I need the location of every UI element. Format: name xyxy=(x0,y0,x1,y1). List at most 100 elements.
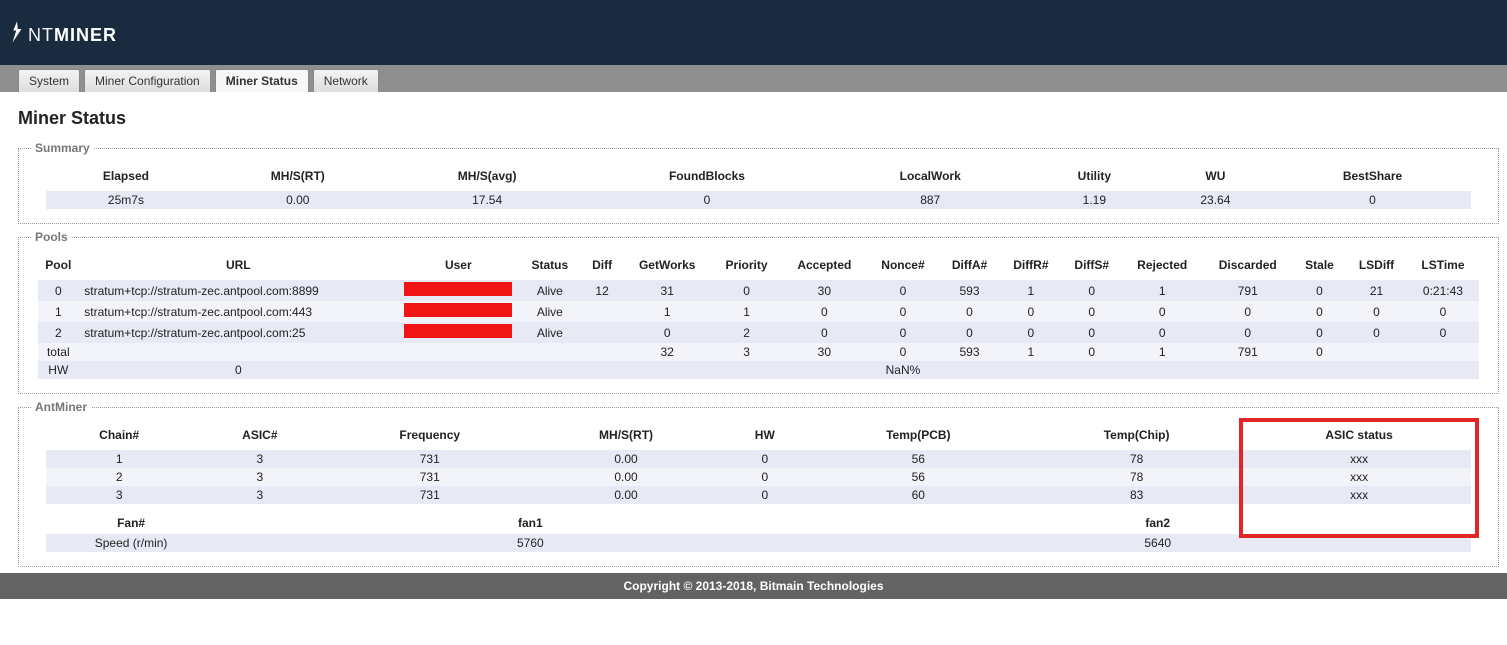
brand-logo: NTMINER xyxy=(8,20,117,46)
pool-rejected: 0 xyxy=(1122,322,1202,343)
col-accepted: Accepted xyxy=(782,254,868,280)
chain-temp_chip: 83 xyxy=(1027,486,1247,504)
total-diffs: 0 xyxy=(1062,343,1122,361)
val-wu: 23.64 xyxy=(1157,191,1273,209)
pools-table: Pool URL User Status Diff GetWorks Prior… xyxy=(38,254,1478,379)
antminer-logo-icon xyxy=(8,20,26,44)
redacted-user xyxy=(404,303,512,317)
col-localwork: LocalWork xyxy=(829,165,1032,191)
pool-lstime: 0 xyxy=(1407,301,1479,322)
total-getworks: 32 xyxy=(623,343,712,361)
pool-lsdiff: 0 xyxy=(1346,301,1407,322)
pool-nonce: 0 xyxy=(867,280,939,301)
pool-pool: 1 xyxy=(38,301,78,322)
pool-discarded: 0 xyxy=(1202,301,1293,322)
col-rejected: Rejected xyxy=(1122,254,1202,280)
col-nonce: Nonce# xyxy=(867,254,939,280)
col-fan: Fan# xyxy=(46,508,217,534)
tab-network[interactable]: Network xyxy=(313,69,379,92)
fan1-speed: 5760 xyxy=(217,534,844,552)
col-pool: Pool xyxy=(38,254,78,280)
col-status: Status xyxy=(518,254,581,280)
pools-hw-row: HW 0 NaN% xyxy=(38,361,1478,379)
summary-group: Summary Elapsed MH/S(RT) MH/S(avg) Found… xyxy=(18,141,1499,224)
col-discarded: Discarded xyxy=(1202,254,1293,280)
col-diffa: DiffA# xyxy=(939,254,1000,280)
pool-row: 0 stratum+tcp://stratum-zec.antpool.com:8… xyxy=(38,280,1478,301)
col-temp-pcb: Temp(PCB) xyxy=(810,424,1026,450)
chain-temp_pcb: 56 xyxy=(810,468,1026,486)
chain-row: 237310.0005678xxx xyxy=(46,468,1472,486)
col-utility: Utility xyxy=(1032,165,1158,191)
pool-diff xyxy=(581,301,622,322)
pool-diffs: 0 xyxy=(1062,280,1122,301)
fan-row: Speed (r/min) 5760 5640 xyxy=(46,534,1472,552)
chain-row: 137310.0005678xxx xyxy=(46,450,1472,468)
pool-nonce: 0 xyxy=(867,301,939,322)
col-asic-status: ASIC status xyxy=(1247,424,1472,450)
pool-nonce: 0 xyxy=(867,322,939,343)
total-diffa: 593 xyxy=(939,343,1000,361)
pool-row: 1stratum+tcp://stratum-zec.antpool.com:4… xyxy=(38,301,1478,322)
val-localwork: 887 xyxy=(829,191,1032,209)
tab-miner-configuration[interactable]: Miner Configuration xyxy=(84,69,211,92)
total-nonce: 0 xyxy=(867,343,939,361)
pool-stale: 0 xyxy=(1293,301,1346,322)
chain-temp_pcb: 56 xyxy=(810,450,1026,468)
val-bestshare: 0 xyxy=(1274,191,1472,209)
col-stale: Stale xyxy=(1293,254,1346,280)
chain-mhs_rt: 0.00 xyxy=(533,450,720,468)
tab-system[interactable]: System xyxy=(18,69,80,92)
col-diffs: DiffS# xyxy=(1062,254,1122,280)
chain-mhs_rt: 0.00 xyxy=(533,468,720,486)
pool-status: Alive xyxy=(518,322,581,343)
pool-getworks: 0 xyxy=(623,322,712,343)
total-diffr: 1 xyxy=(1000,343,1061,361)
tab-miner-status[interactable]: Miner Status xyxy=(215,69,309,92)
col-ch-mhs-rt: MH/S(RT) xyxy=(533,424,720,450)
chain-chain: 2 xyxy=(46,468,193,486)
redacted-user xyxy=(404,324,512,338)
brand-prefix: NT xyxy=(28,25,54,45)
col-fan1: fan1 xyxy=(217,508,844,534)
chain-hw: 0 xyxy=(719,486,810,504)
pool-discarded: 791 xyxy=(1202,280,1293,301)
footer: Copyright © 2013-2018, Bitmain Technolog… xyxy=(0,573,1507,599)
val-mhs-avg: 17.54 xyxy=(389,191,585,209)
chain-temp_chip: 78 xyxy=(1027,450,1247,468)
col-freq: Frequency xyxy=(327,424,533,450)
col-asic: ASIC# xyxy=(193,424,327,450)
pool-accepted: 0 xyxy=(782,322,868,343)
pools-group: Pools Pool URL User Status Diff GetWorks… xyxy=(18,230,1499,394)
pool-pool: 2 xyxy=(38,322,78,343)
pool-status: Alive xyxy=(518,301,581,322)
val-elapsed: 25m7s xyxy=(46,191,207,209)
pool-diffs: 0 xyxy=(1062,322,1122,343)
chain-table: Chain# ASIC# Frequency MH/S(RT) HW Temp(… xyxy=(46,424,1472,504)
col-url: URL xyxy=(78,254,398,280)
pool-url: stratum+tcp://stratum-zec.antpool.com:88… xyxy=(78,280,398,301)
chain-chain: 1 xyxy=(46,450,193,468)
pool-diffa: 593 xyxy=(939,280,1000,301)
hw-nonce: NaN% xyxy=(867,361,939,379)
top-header: NTMINER xyxy=(0,0,1507,65)
pools-total-row: total 32 3 30 0 593 1 0 1 791 0 xyxy=(38,343,1478,361)
col-foundblocks: FoundBlocks xyxy=(585,165,829,191)
col-getworks: GetWorks xyxy=(623,254,712,280)
col-diffr: DiffR# xyxy=(1000,254,1061,280)
chain-asic_status: xxx xyxy=(1247,486,1472,504)
total-priority: 3 xyxy=(712,343,782,361)
pool-lsdiff: 21 xyxy=(1346,280,1407,301)
chain-asic: 3 xyxy=(193,468,327,486)
hw-label: HW xyxy=(38,361,78,379)
pool-diff xyxy=(581,322,622,343)
col-chain: Chain# xyxy=(46,424,193,450)
pool-priority: 2 xyxy=(712,322,782,343)
col-elapsed: Elapsed xyxy=(46,165,207,191)
pool-priority: 1 xyxy=(712,301,782,322)
pool-diffr: 1 xyxy=(1000,280,1061,301)
redacted-user xyxy=(404,282,512,296)
pool-rejected: 0 xyxy=(1122,301,1202,322)
col-temp-chip: Temp(Chip) xyxy=(1027,424,1247,450)
val-mhs-rt: 0.00 xyxy=(206,191,389,209)
